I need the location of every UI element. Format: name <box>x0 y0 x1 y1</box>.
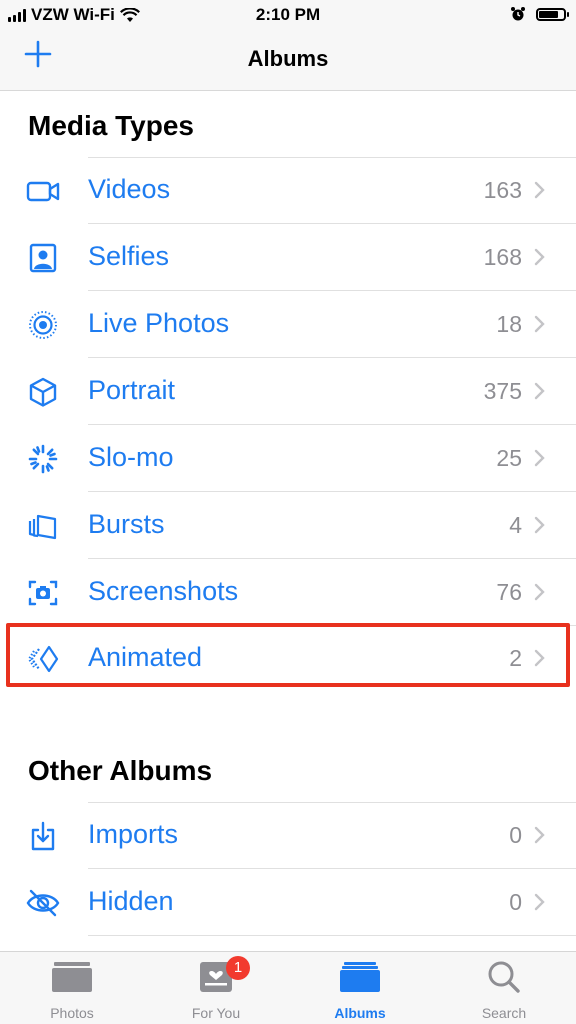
album-row-slo-mo[interactable]: Slo-mo 25 <box>0 426 576 492</box>
album-label: Imports <box>88 819 179 849</box>
album-label: Live Photos <box>88 308 230 338</box>
battery-icon <box>536 7 569 21</box>
divider <box>88 290 576 291</box>
album-count: 168 <box>483 244 522 270</box>
album-count: 18 <box>496 311 522 337</box>
chevron-right-icon <box>534 893 545 911</box>
divider <box>88 357 576 358</box>
album-label: Bursts <box>88 509 165 539</box>
album-count: 76 <box>496 579 522 605</box>
page-title: Albums <box>247 46 329 71</box>
chevron-right-icon <box>534 315 545 333</box>
slomo-icon <box>26 443 60 475</box>
album-count: 0 <box>509 889 522 915</box>
video-icon <box>26 175 60 207</box>
status-time: 2:10 PM <box>255 5 321 24</box>
album-count: 163 <box>483 177 522 203</box>
album-count: 25 <box>496 445 522 471</box>
alarm-clock-icon <box>511 7 525 21</box>
search-icon <box>488 961 520 993</box>
divider <box>88 935 576 936</box>
hidden-eye-icon <box>26 887 60 919</box>
album-label: Selfies <box>88 241 170 271</box>
bursts-icon <box>26 510 60 542</box>
chevron-right-icon <box>534 248 545 266</box>
divider <box>88 491 576 492</box>
chevron-right-icon <box>534 583 545 601</box>
tab-label: Albums <box>334 1005 386 1021</box>
album-count: 0 <box>509 822 522 848</box>
tab-label: Search <box>481 1005 527 1021</box>
albums-tab-icon <box>340 962 380 992</box>
chevron-right-icon <box>534 826 545 844</box>
notification-badge: 1 <box>226 956 250 980</box>
chevron-right-icon <box>534 181 545 199</box>
highlight-box <box>6 623 570 687</box>
album-label: Hidden <box>88 886 174 916</box>
tab-photos[interactable]: Photos <box>0 952 144 1024</box>
album-label: Videos <box>88 174 171 204</box>
tab-for-you[interactable]: 1 For You <box>144 952 288 1024</box>
tab-search[interactable]: Search <box>432 952 576 1024</box>
album-row-screenshots[interactable]: Screenshots 76 <box>0 560 576 626</box>
album-row-bursts[interactable]: Bursts 4 <box>0 493 576 559</box>
divider <box>88 424 576 425</box>
status-bar: VZW Wi-Fi 2:10 PM <box>0 0 576 30</box>
screenshot-icon <box>26 577 60 609</box>
tab-albums[interactable]: Albums <box>288 952 432 1024</box>
album-row-live-photos[interactable]: Live Photos 18 <box>0 292 576 358</box>
chevron-right-icon <box>534 449 545 467</box>
nav-bar: Albums <box>0 30 576 91</box>
chevron-right-icon <box>534 516 545 534</box>
divider <box>88 223 576 224</box>
album-row-imports[interactable]: Imports 0 <box>0 803 576 869</box>
selfie-icon <box>26 242 60 274</box>
tab-label: Photos <box>50 1005 94 1021</box>
chevron-right-icon <box>534 382 545 400</box>
divider <box>88 558 576 559</box>
album-count: 375 <box>483 378 522 404</box>
import-icon <box>26 820 60 852</box>
section-title-media-types: Media Types <box>28 110 194 141</box>
album-count: 4 <box>509 512 522 538</box>
album-row-videos[interactable]: Videos 163 <box>0 158 576 224</box>
section-title-other-albums: Other Albums <box>28 755 213 786</box>
album-label: Screenshots <box>88 576 239 606</box>
album-label: Slo-mo <box>88 442 174 472</box>
album-row-hidden[interactable]: Hidden 0 <box>0 870 576 936</box>
album-label: Portrait <box>88 375 176 405</box>
divider <box>88 868 576 869</box>
live-photos-icon <box>26 309 60 341</box>
portrait-cube-icon <box>26 376 60 408</box>
tab-bar: Photos 1 For You Albums Search <box>0 951 576 1024</box>
album-row-portrait[interactable]: Portrait 375 <box>0 359 576 425</box>
photos-tab-icon <box>52 962 92 992</box>
tab-label: For You <box>191 1005 241 1021</box>
status-right <box>510 6 569 22</box>
album-row-selfies[interactable]: Selfies 168 <box>0 225 576 291</box>
